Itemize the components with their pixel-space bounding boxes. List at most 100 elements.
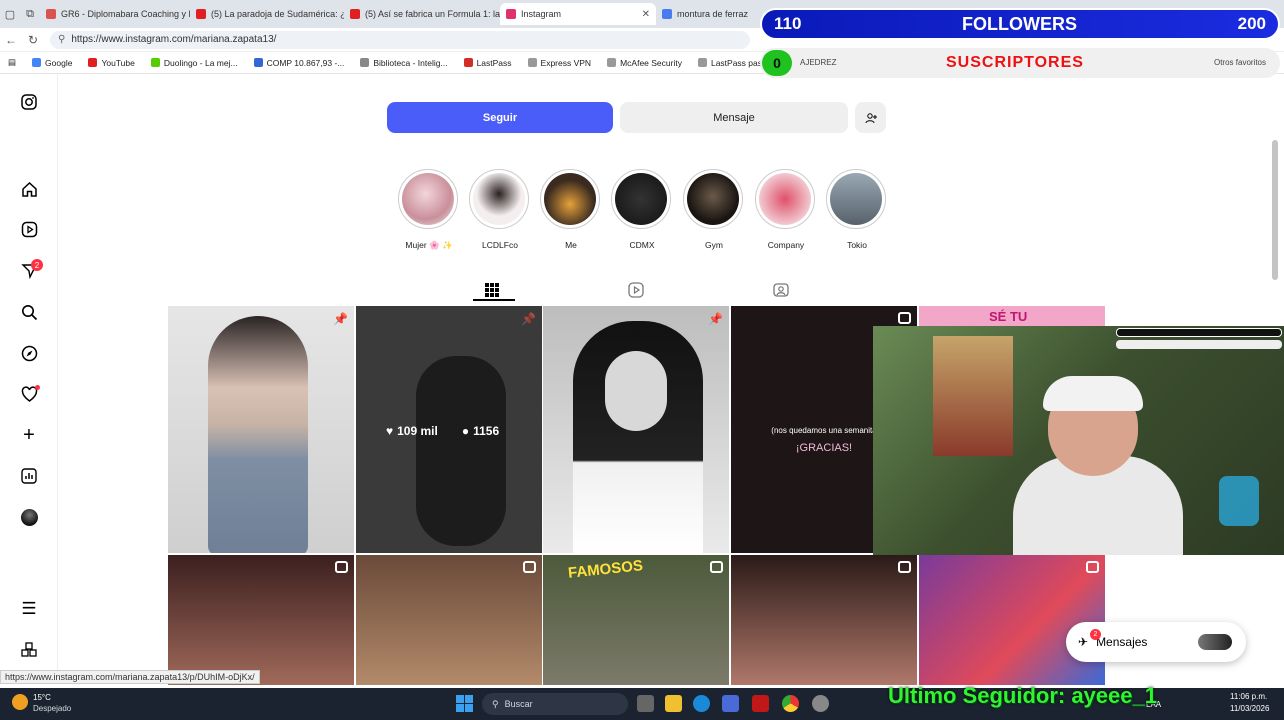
close-icon[interactable]: ✕	[642, 9, 650, 20]
bookmark-label: Duolingo - La mej...	[163, 57, 238, 68]
pin-icon: 📌	[708, 312, 723, 326]
bookmark-item[interactable]: Express VPN	[520, 58, 600, 68]
task-view-icon[interactable]	[637, 695, 654, 712]
reel-icon	[335, 561, 348, 573]
webcam-overlay	[873, 326, 1284, 555]
weather-icon[interactable]	[12, 694, 28, 710]
tagged-icon[interactable]	[772, 281, 790, 299]
bookmark-item[interactable]: Duolingo - La mej...	[143, 58, 246, 68]
bookmark-item[interactable]: Google	[24, 58, 80, 68]
avatar[interactable]	[19, 507, 39, 527]
search-placeholder: Buscar	[504, 699, 533, 709]
reel-tile[interactable]	[731, 555, 917, 685]
reload-icon[interactable]: ↻	[22, 33, 44, 47]
reel-tile[interactable]	[356, 555, 542, 685]
bookmark-item[interactable]: LastPass	[456, 58, 520, 68]
instagram-sidebar: + ☰	[0, 74, 58, 670]
story-highlight[interactable]: LCDLFco	[469, 169, 531, 250]
dashboard-icon[interactable]	[19, 466, 39, 486]
url-field[interactable]: ⚲ https://www.instagram.com/mariana.zapa…	[50, 30, 750, 49]
chrome-icon[interactable]	[782, 695, 799, 712]
post-stats: ♥ 109 mil ● 1156	[386, 424, 499, 438]
tab-actions-icon[interactable]: ⧉	[20, 4, 40, 24]
clock-time[interactable]: 11:06 p.m.	[1230, 692, 1267, 701]
more-apps-icon[interactable]	[19, 640, 39, 660]
bookmark-icon	[360, 58, 370, 67]
edge-icon[interactable]	[693, 695, 710, 712]
google-icon	[32, 58, 42, 67]
active-tab-indicator	[473, 299, 515, 301]
home-icon[interactable]	[19, 179, 39, 199]
browser-tab[interactable]: montura de ferraz	[656, 3, 756, 25]
weather-temp: 15°C	[33, 693, 51, 702]
messages-button[interactable]: ✈ 2 Mensajes	[1066, 622, 1246, 662]
tab-title: Instagram	[521, 9, 562, 19]
reel-tile[interactable]	[168, 555, 354, 685]
reel-tile[interactable]	[919, 555, 1105, 685]
site-info-icon[interactable]: ⚲	[58, 34, 65, 45]
bookmark-item[interactable]: Biblioteca - Intelig...	[352, 58, 455, 68]
highlight-label: Tokio	[847, 240, 867, 250]
bookmark-label: McAfee Security	[620, 57, 682, 68]
reel-tile[interactable]: FAMOSOS	[543, 555, 729, 685]
page-scrollbar[interactable]	[1272, 140, 1278, 280]
story-highlight[interactable]: Gym	[683, 169, 745, 250]
post-tile[interactable]: 📌	[168, 306, 354, 553]
file-explorer-icon[interactable]	[665, 695, 682, 712]
profile-icon[interactable]: ▢	[0, 4, 20, 24]
followers-goal-bar: 110 FOLLOWERS 200	[760, 8, 1280, 40]
browser-tab[interactable]: (5) Así se fabrica un Formula 1: la ✕	[344, 3, 500, 25]
pin-icon: 📌	[333, 312, 348, 326]
browser-tab[interactable]: GR6 - Diplomabara Coaching y F ✕	[40, 3, 190, 25]
plus-icon[interactable]: +	[19, 424, 39, 446]
back-icon[interactable]: ←	[0, 33, 22, 47]
bookmark-item[interactable]: McAfee Security	[599, 58, 690, 68]
highlight-label: LCDLFco	[482, 240, 518, 250]
search-icon[interactable]	[19, 302, 39, 322]
story-highlight[interactable]: Me	[540, 169, 602, 250]
followers-label: FOLLOWERS	[962, 13, 1078, 34]
reels-tab-icon[interactable]	[627, 281, 645, 299]
bookmark-item[interactable]: COMP 10.867,93 -...	[246, 58, 353, 68]
reel-icon	[1086, 561, 1099, 573]
menu-icon[interactable]: ☰	[19, 599, 39, 619]
duolingo-icon	[150, 58, 160, 67]
lastpass-icon	[463, 58, 473, 67]
windows-start-icon[interactable]	[456, 695, 473, 712]
taskbar-search[interactable]: ⚲ Buscar	[482, 693, 628, 715]
notification-badge: 2	[31, 259, 43, 271]
reel-caption: SÉ TU	[989, 309, 1028, 324]
add-user-icon[interactable]	[855, 102, 886, 133]
messages-label: Mensajes	[1096, 635, 1148, 649]
bookmark-label: COMP 10.867,93 -...	[266, 57, 345, 68]
post-tile[interactable]: 📌	[543, 306, 729, 553]
bookmark-item[interactable]: YouTube	[80, 58, 142, 68]
clock-date[interactable]: 11/03/2026	[1230, 704, 1269, 713]
story-highlight[interactable]: Mujer 🌸 ✨	[398, 169, 460, 251]
bookmarks-menu-icon[interactable]: ▤	[0, 57, 24, 68]
reels-icon[interactable]	[19, 219, 39, 239]
like-count: 109 mil	[397, 424, 438, 438]
globe-icon	[697, 58, 707, 67]
reel-icon	[898, 561, 911, 573]
post-tile[interactable]: ♥ 109 mil ● 1156 📌	[356, 306, 542, 553]
app-icon[interactable]	[752, 695, 769, 712]
highlight-label: CDMX	[629, 240, 655, 250]
reel-icon	[523, 561, 536, 573]
youtube-icon	[88, 58, 98, 67]
follow-button[interactable]: Seguir	[387, 102, 613, 133]
grid-icon[interactable]	[483, 281, 501, 299]
story-highlight[interactable]: Tokio	[826, 169, 888, 250]
store-icon[interactable]	[722, 695, 739, 712]
story-highlight[interactable]: Company	[755, 169, 817, 250]
explore-icon[interactable]	[19, 343, 39, 363]
message-button[interactable]: Mensaje	[620, 102, 848, 133]
bookmark-icon	[253, 58, 263, 67]
reel-tile[interactable]: SÉ TU	[919, 306, 1105, 326]
app-icon[interactable]	[812, 695, 829, 712]
browser-tab-active[interactable]: Instagram ✕	[500, 3, 656, 25]
instagram-icon	[506, 9, 516, 19]
browser-tab[interactable]: (5) La paradoja de Sudamérica: ¿ ✕	[190, 3, 344, 25]
story-highlight[interactable]: CDMX	[611, 169, 673, 250]
instagram-logo-icon[interactable]	[19, 92, 39, 112]
